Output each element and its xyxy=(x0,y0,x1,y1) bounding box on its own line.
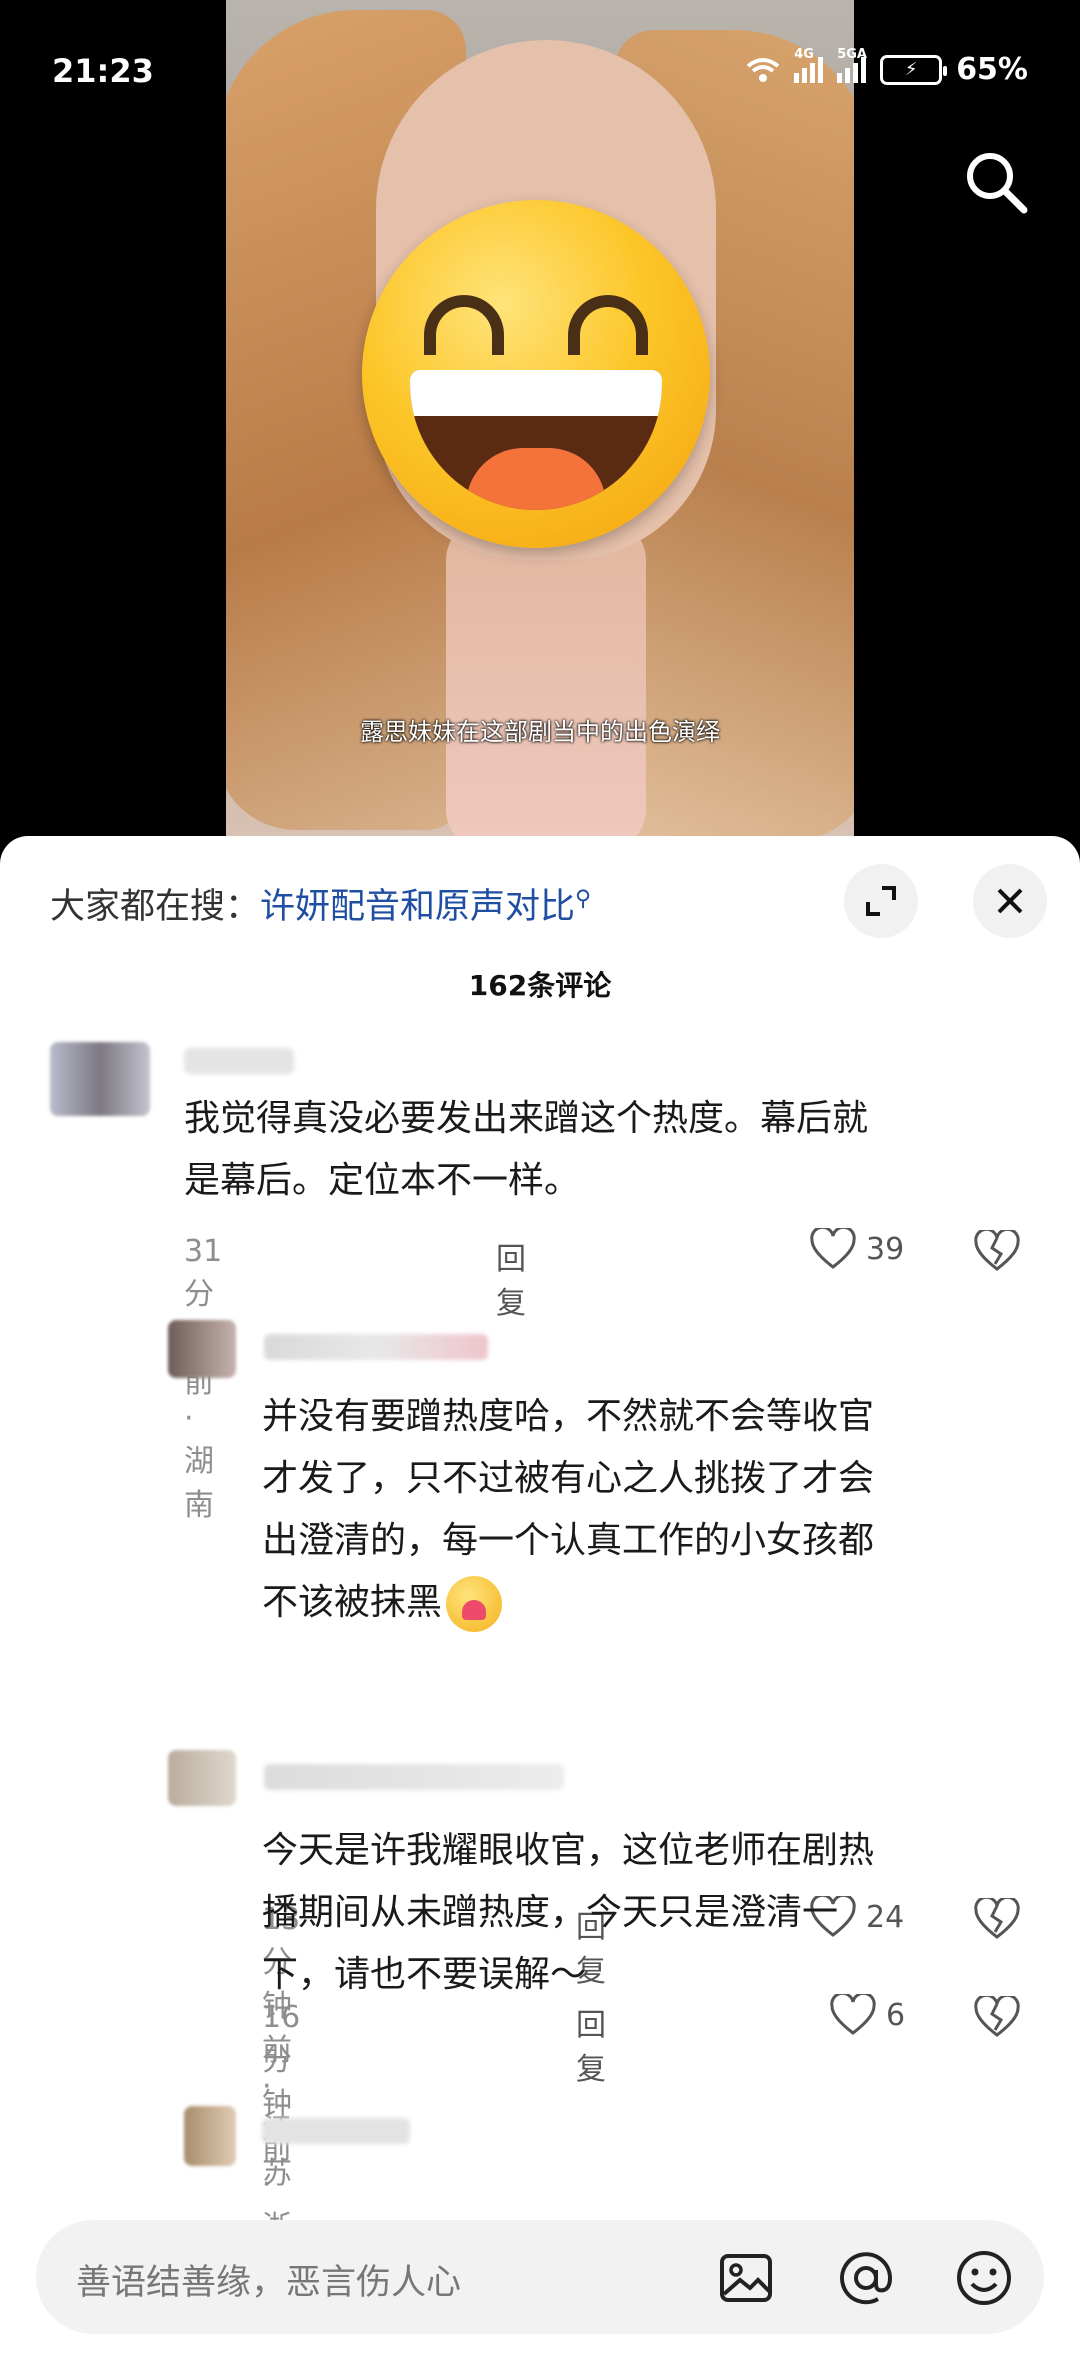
hot-search-term[interactable]: 许妍配音和原声对比 xyxy=(260,887,575,927)
reply-button[interactable]: 回复 xyxy=(496,1234,526,1322)
hot-search-bar[interactable]: 大家都在搜：许妍配音和原声对比⚲ xyxy=(50,878,591,929)
battery-icon: ⚡ xyxy=(880,54,948,85)
emoji-eye-left xyxy=(424,295,504,355)
signal-4g-icon: 4G xyxy=(794,47,824,83)
username-blurred[interactable] xyxy=(262,2118,410,2144)
comment-text: 今天是许我耀眼收官，这位老师在剧热 播期间从未蹭热度，今天只是澄清一 下，请也不… xyxy=(262,1830,875,1995)
broken-heart-icon[interactable] xyxy=(974,1996,1020,2038)
battery-percent: 65% xyxy=(956,52,1028,87)
comment-meta: 31分钟前 · 湖南 xyxy=(184,1234,223,1523)
hot-search-prefix: 大家都在搜： xyxy=(50,887,261,927)
like-count: 6 xyxy=(886,1997,906,2033)
emoji-eye-right xyxy=(568,295,648,355)
like-count: 39 xyxy=(866,1231,905,1267)
like-button[interactable]: 39 xyxy=(810,1228,904,1270)
comment-text: 并没有要蹭热度哈，不然就不会等收官 才发了，只不过被有心之人挑拨了才会 出澄清的… xyxy=(262,1386,1042,1634)
wifi-icon xyxy=(746,57,780,82)
status-icons: 4G 5GA ⚡ 65% xyxy=(746,47,1028,87)
video-neck xyxy=(446,520,646,840)
like-button[interactable]: 6 xyxy=(830,1994,905,2036)
hot-search-icon: ⚲ xyxy=(575,886,592,912)
heart-icon xyxy=(830,1994,876,2035)
search-icon[interactable] xyxy=(962,148,1032,218)
expand-icon xyxy=(866,886,896,916)
emoji-icon[interactable] xyxy=(954,2248,1014,2308)
video-player[interactable]: 露思妹妹在这部剧当中的出色演绎 21:23 4G 5GA ⚡ 65% xyxy=(0,0,1080,840)
avatar[interactable] xyxy=(168,1320,236,1378)
status-time: 21:23 xyxy=(52,52,154,90)
broken-heart-icon[interactable] xyxy=(974,1230,1020,1272)
close-icon xyxy=(997,888,1023,914)
avatar[interactable] xyxy=(184,2106,236,2166)
reply-button[interactable]: 回复 xyxy=(576,2000,606,2088)
at-icon[interactable] xyxy=(836,2248,896,2308)
close-button[interactable] xyxy=(973,864,1047,938)
avatar[interactable] xyxy=(50,1042,150,1116)
emoji-mouth xyxy=(410,370,662,510)
signal-5ga-icon: 5GA xyxy=(837,47,867,83)
image-icon[interactable] xyxy=(716,2248,776,2308)
avatar[interactable] xyxy=(168,1750,236,1806)
username-blurred[interactable] xyxy=(184,1048,294,1074)
comment-count: 162条评论 xyxy=(468,969,612,1002)
username-blurred[interactable] xyxy=(264,1764,564,1790)
expand-button[interactable] xyxy=(844,864,918,938)
comment-text: 我觉得真没必要发出来蹭这个热度。幕后就 是幕后。定位本不一样。 xyxy=(184,1098,869,1201)
comment-input-bar[interactable]: 善语结善缘，恶言伤人心 xyxy=(36,2220,1044,2334)
video-subtitle: 露思妹妹在这部剧当中的出色演绎 xyxy=(360,718,720,746)
username-blurred[interactable] xyxy=(264,1334,488,1360)
comment-panel: 大家都在搜：许妍配音和原声对比⚲ 162条评论 我觉得真没必要发出来蹭这个热度。… xyxy=(0,836,1080,2362)
heart-icon xyxy=(810,1228,856,1269)
comment-input[interactable]: 善语结善缘，恶言伤人心 xyxy=(76,2254,461,2305)
emoji-sticker xyxy=(446,1576,503,1632)
face-cover-emoji xyxy=(362,200,710,548)
